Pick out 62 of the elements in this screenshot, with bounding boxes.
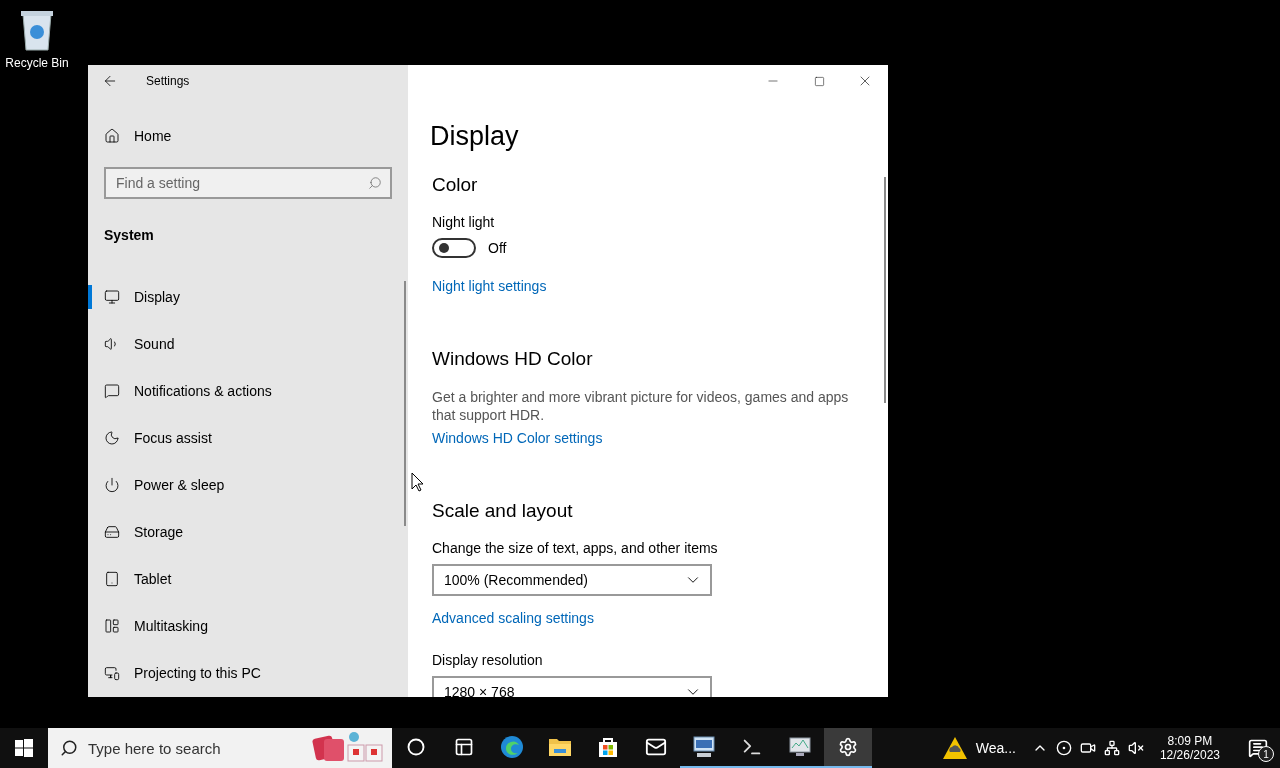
projector-icon [104,665,120,682]
monitor-chart-icon [788,736,812,758]
field-label: Display resolution [432,652,544,668]
nav-item[interactable]: Tablet [88,555,408,603]
section-heading: Color [432,174,479,196]
section-heading: Windows HD Color [432,348,594,370]
nav-item[interactable]: Notifications & actions [88,367,408,415]
record-icon[interactable] [1055,740,1072,756]
window-title: Settings [146,73,190,88]
settings-link[interactable]: Advanced scaling settings [432,610,594,626]
nav-item[interactable]: Multitasking [88,602,408,650]
nav-item[interactable]: Storage [88,508,408,556]
settings-link[interactable]: Night light settings [432,278,547,294]
dropdown[interactable]: 100% (Recommended) [432,564,712,596]
settings-link[interactable]: Windows HD Color settings [432,430,603,446]
message-icon [104,383,120,400]
home-icon [104,127,120,144]
edge-browser-icon [500,735,524,759]
multitask-icon [104,618,120,635]
weather-warning-icon[interactable] [941,736,968,760]
toggle-state-label: Off [488,240,507,256]
nav-item[interactable]: Display [88,273,408,321]
mail-icon [645,736,667,758]
taskbar-app[interactable] [824,728,872,768]
nav-item[interactable]: Sound [88,320,408,368]
task-view-icon [454,737,474,757]
search-icon [60,739,78,757]
search-icon [368,176,382,191]
folder-icon [548,737,572,757]
drive-icon [104,524,120,541]
monitor-icon [104,288,120,305]
field-label: Night light [432,214,496,230]
description-text: Get a brighter and more vibrant picture for videos, games and apps that support HDR. [432,388,850,424]
network-icon[interactable] [1103,740,1120,756]
section-heading: System [103,226,155,246]
store-bag-icon [597,736,619,758]
moon-icon [104,430,120,447]
mouse-pointer-icon [411,472,424,492]
clock[interactable]: 8:09 PM 12/26/2023 [1151,734,1228,762]
nav-item[interactable]: Projecting to this PC [88,649,408,697]
notifications-button[interactable]: 1 [1236,728,1280,768]
maximize-icon [813,75,825,87]
computer-network-icon [691,735,717,759]
windows-logo-icon [15,739,33,757]
cortana-circle-icon [407,738,425,756]
speaker-muted-icon[interactable] [1127,740,1144,756]
nav-item[interactable]: Focus assist [88,414,408,462]
nav-item[interactable]: Power & sleep [88,461,408,509]
desktop-icon-label: Recycle Bin [5,56,69,70]
dropdown[interactable]: 1280 × 768 [432,676,712,697]
toggle-switch[interactable] [432,238,476,258]
page-title: Display [430,121,520,152]
settings-gear-icon [838,737,858,757]
field-label: Change the size of text, apps, and other items [432,540,719,556]
power-icon [104,477,120,494]
home-nav-item[interactable]: Home [88,112,408,160]
search-field[interactable]: Find a setting [104,167,392,200]
tablet-icon [104,571,120,588]
weather-label[interactable]: Wea... [975,740,1016,756]
section-heading: Scale and layout [432,500,574,522]
notification-icon [1248,738,1268,758]
camera-icon[interactable] [1079,740,1096,756]
